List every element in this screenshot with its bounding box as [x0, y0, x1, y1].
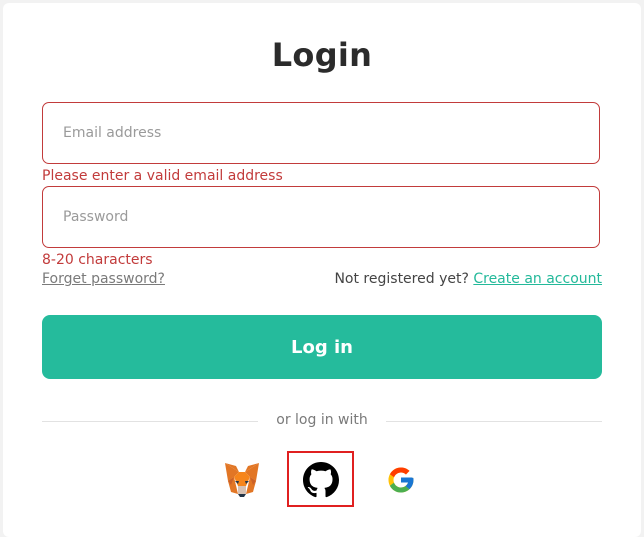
email-field-container [42, 102, 600, 164]
divider-line-right [386, 421, 602, 422]
google-icon [388, 467, 414, 493]
email-field[interactable] [43, 103, 599, 163]
page-title: Login [271, 36, 373, 74]
password-field-container [42, 186, 600, 248]
register-prompt: Not registered yet? Create an account [334, 271, 602, 287]
password-field[interactable] [43, 187, 599, 247]
github-icon [303, 462, 339, 498]
divider-text: or log in with [276, 412, 368, 428]
metamask-login-button[interactable] [222, 459, 262, 499]
email-error: Please enter a valid email address [42, 168, 283, 184]
social-divider: or log in with [42, 412, 602, 432]
google-login-button[interactable] [386, 465, 416, 495]
login-button[interactable]: Log in [42, 315, 602, 379]
password-error: 8-20 characters [42, 252, 153, 268]
links-row: Forget password? Not registered yet? Cre… [42, 271, 602, 291]
register-prompt-text: Not registered yet? [334, 271, 469, 287]
create-account-link[interactable]: Create an account [473, 271, 602, 287]
github-login-button[interactable] [303, 462, 339, 498]
forget-password-link[interactable]: Forget password? [42, 271, 165, 287]
metamask-fox-icon [225, 463, 259, 497]
